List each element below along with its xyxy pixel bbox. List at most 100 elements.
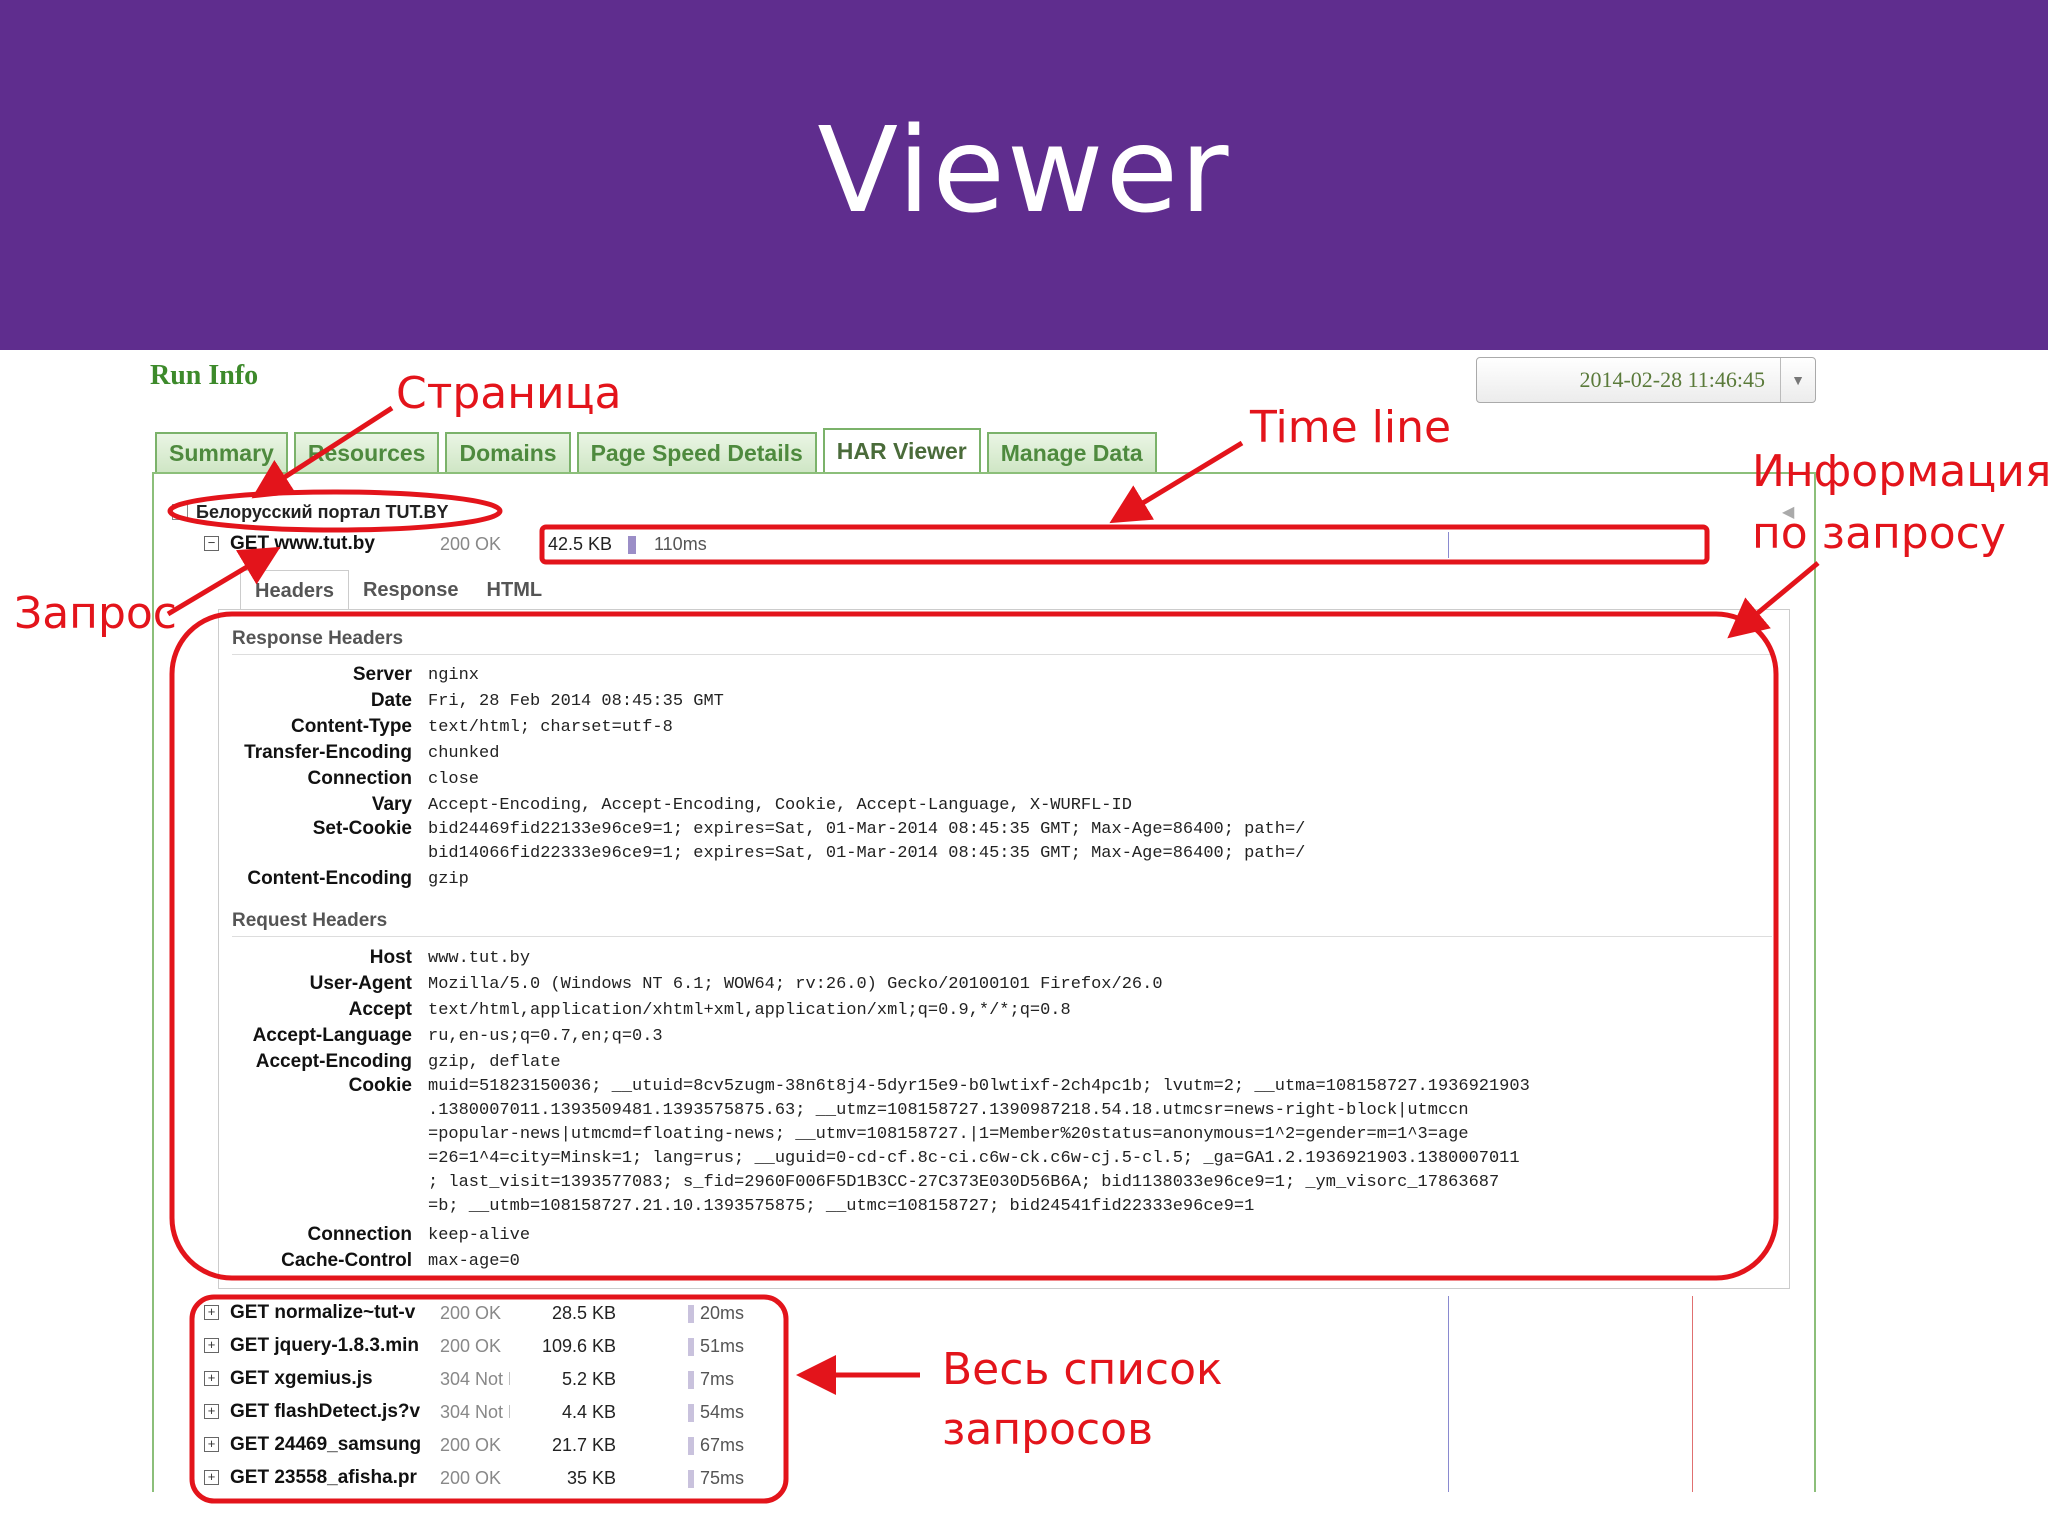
header-name: Connection: [307, 1224, 413, 1245]
slide-banner: Viewer: [0, 0, 2048, 350]
header-value: text/html; charset=utf-8: [428, 718, 673, 737]
request-size: 4.4 KB: [561, 1402, 616, 1422]
header-name: Vary: [371, 794, 412, 815]
header-name: Date: [370, 690, 412, 711]
tab-html[interactable]: HTML: [473, 570, 557, 610]
collapse-icon[interactable]: [172, 504, 188, 520]
header-value: text/html,application/xhtml+xml,applicat…: [428, 1001, 1071, 1020]
request-time: 110ms: [654, 534, 707, 554]
slide-title: Viewer: [817, 101, 1231, 239]
annotation-info-line1: Информация: [1752, 446, 2048, 497]
request-row[interactable]: + GET normalize~tut-v 200 OK 28.5 KB 20m…: [168, 1298, 1804, 1328]
response-headers-title: Response Headers: [232, 628, 404, 649]
header-value: www.tut.by: [428, 949, 531, 968]
header-name: Cache-Control: [281, 1250, 412, 1271]
header-name: Server: [352, 664, 412, 685]
run-select-value: 2014-02-28 11:46:45: [1579, 367, 1765, 392]
annotation-list-line2: запросов: [942, 1404, 1154, 1455]
collapse-icon[interactable]: −: [204, 536, 219, 551]
header-name: Transfer-Encoding: [244, 742, 412, 763]
annotation-page: Страница: [396, 368, 622, 419]
header-value: gzip, deflate: [428, 1053, 561, 1072]
expand-icon[interactable]: +: [204, 1437, 219, 1452]
header-value: Accept-Encoding, Accept-Encoding, Cookie…: [428, 796, 1132, 815]
header-value: nginx: [428, 666, 480, 685]
tab-resources[interactable]: Resources: [293, 432, 440, 472]
header-value: close: [428, 770, 480, 789]
divider: [232, 936, 1772, 937]
annotation-info-line2: по запросу: [1752, 508, 2006, 559]
request-size: 109.6 KB: [541, 1336, 616, 1356]
tab-page-speed-details[interactable]: Page Speed Details: [576, 432, 817, 472]
request-status: 200 OK: [440, 1468, 502, 1488]
header-name: Accept-Encoding: [255, 1051, 412, 1072]
chevron-down-icon[interactable]: ▼: [1780, 358, 1815, 402]
timeline-bar: [688, 1437, 694, 1455]
request-time: 51ms: [700, 1336, 745, 1356]
header-name: Accept: [348, 999, 412, 1020]
header-value: bid24469fid22133e96ce9=1; expires=Sat, 0…: [428, 820, 1306, 863]
request-time: 67ms: [700, 1435, 745, 1455]
timeline-bar: [688, 1305, 694, 1323]
page-row[interactable]: Белорусский портал TUT.BY: [172, 502, 449, 523]
header-name: Set-Cookie: [312, 818, 412, 839]
header-name: Content-Encoding: [247, 868, 412, 889]
header-name: Content-Type: [290, 716, 412, 737]
request-url: GET 24469_samsung: [230, 1434, 422, 1455]
timeline-bar: [688, 1404, 694, 1422]
request-time: 75ms: [700, 1468, 745, 1488]
annotation-timeline: Time line: [1250, 402, 1452, 453]
tab-summary[interactable]: Summary: [155, 432, 288, 472]
detail-tabs: Headers Response HTML: [240, 570, 556, 612]
divider: [232, 654, 1772, 655]
tab-headers[interactable]: Headers: [240, 570, 349, 612]
expand-icon[interactable]: +: [204, 1371, 219, 1386]
request-time: 7ms: [700, 1369, 735, 1389]
request-status: 304 Not Modified: [440, 1369, 510, 1389]
header-value: muid=51823150036; __utuid=8cv5zugm-38n6t…: [428, 1077, 1530, 1216]
header-value: keep-alive: [428, 1226, 531, 1245]
tab-har-viewer[interactable]: HAR Viewer: [822, 428, 981, 472]
header-value: Mozilla/5.0 (Windows NT 6.1; WOW64; rv:2…: [428, 975, 1163, 994]
request-url: GET www.tut.by: [230, 533, 375, 554]
request-size: 21.7 KB: [551, 1435, 616, 1455]
request-url: GET jquery-1.8.3.min: [230, 1335, 419, 1356]
timeline-bar: [628, 536, 636, 554]
request-url: GET normalize~tut-v: [230, 1302, 416, 1323]
request-row[interactable]: + GET 23558_afisha.pr 200 OK 35 KB 75ms: [168, 1463, 1804, 1493]
expand-icon[interactable]: +: [204, 1404, 219, 1419]
expand-icon[interactable]: +: [204, 1470, 219, 1485]
tab-manage-data[interactable]: Manage Data: [986, 432, 1157, 472]
request-headers-title: Request Headers: [232, 910, 388, 931]
request-url: GET xgemius.js: [230, 1368, 373, 1389]
request-status: 200 OK: [440, 534, 502, 554]
run-select[interactable]: 2014-02-28 11:46:45 ▼: [1476, 357, 1816, 403]
header-value: ru,en-us;q=0.7,en;q=0.3: [428, 1027, 663, 1046]
header-value: Fri, 28 Feb 2014 08:45:35 GMT: [428, 692, 724, 711]
tab-response[interactable]: Response: [349, 570, 473, 610]
header-value: gzip: [428, 870, 469, 889]
request-time: 20ms: [700, 1303, 745, 1323]
timeline-marker: [1448, 532, 1449, 558]
request-url: GET 23558_afisha.pr: [230, 1467, 417, 1488]
request-status: 200 OK: [440, 1336, 502, 1356]
header-name: Host: [369, 947, 412, 968]
request-size: 28.5 KB: [551, 1303, 616, 1323]
request-time: 54ms: [700, 1402, 745, 1422]
request-status: 200 OK: [440, 1435, 502, 1455]
request-status: 304 Not Modified: [440, 1402, 510, 1422]
request-size: 35 KB: [566, 1468, 616, 1488]
request-size: 42.5 KB: [548, 534, 613, 554]
expand-icon[interactable]: +: [204, 1338, 219, 1353]
timeline-bar: [688, 1470, 694, 1488]
header-name: Accept-Language: [252, 1025, 412, 1046]
timeline-bar: [688, 1371, 694, 1389]
tab-domains[interactable]: Domains: [445, 432, 571, 472]
header-name: Connection: [307, 768, 413, 789]
header-name: Cookie: [348, 1075, 412, 1096]
annotation-list-line1: Весь список: [942, 1344, 1223, 1395]
request-row-main[interactable]: − GET www.tut.by 200 OK 42.5 KB 110ms: [168, 529, 1804, 559]
expand-icon[interactable]: +: [204, 1305, 219, 1320]
annotation-request: Запрос: [14, 588, 177, 639]
run-info-title: Run Info: [150, 360, 259, 391]
